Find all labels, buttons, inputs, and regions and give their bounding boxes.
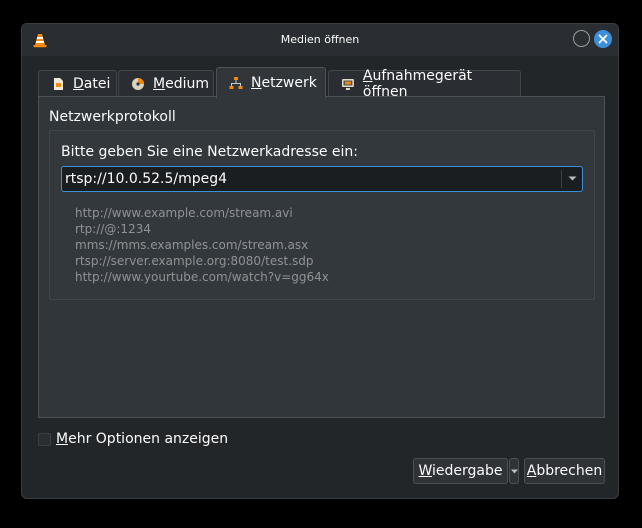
example-address: rtsp://server.example.org:8080/test.sdp bbox=[75, 254, 314, 268]
title-bar: Medien öffnen bbox=[22, 24, 618, 56]
tab-label: Netzwerk bbox=[251, 75, 317, 91]
chevron-down-icon bbox=[510, 469, 518, 473]
group-title: Netzwerkprotokoll bbox=[49, 109, 176, 125]
more-options-checkbox[interactable] bbox=[38, 432, 51, 446]
open-media-dialog: Medien öffnen Datei Medium Netzwerk Aufn… bbox=[21, 23, 619, 499]
tab-label: Aufnahmegerät öffnen bbox=[362, 67, 473, 100]
network-address-input[interactable] bbox=[62, 167, 563, 191]
combo-separator bbox=[561, 170, 562, 188]
more-options-label: Mehr Optionen anzeigen bbox=[56, 431, 229, 447]
minimize-button[interactable] bbox=[573, 30, 590, 47]
close-icon bbox=[598, 34, 608, 44]
capture-device-icon bbox=[341, 78, 354, 90]
example-address: http://www.example.com/stream.avi bbox=[75, 206, 293, 220]
network-address-combobox[interactable] bbox=[61, 166, 583, 192]
cancel-button-label: Abbrechen bbox=[526, 463, 603, 479]
network-icon bbox=[229, 77, 243, 89]
play-options-dropdown-button[interactable] bbox=[509, 458, 519, 484]
address-prompt-label: Bitte geben Sie eine Netzwerkadresse ein… bbox=[61, 144, 359, 160]
tab-datei[interactable]: Datei bbox=[38, 70, 117, 96]
tab-label: Medium bbox=[153, 75, 209, 92]
example-address: http://www.yourtube.com/watch?v=gg64x bbox=[75, 270, 329, 284]
example-addresses: http://www.example.com/stream.avi rtp://… bbox=[75, 205, 329, 285]
chevron-down-icon[interactable] bbox=[568, 176, 577, 182]
network-tab-panel: Netzwerkprotokoll Bitte geben Sie eine N… bbox=[38, 96, 605, 418]
tab-netzwerk[interactable]: Netzwerk bbox=[216, 67, 326, 98]
cancel-button[interactable]: Abbrechen bbox=[524, 458, 605, 484]
example-address: rtp://@:1234 bbox=[75, 222, 151, 236]
example-address: mms://mms.examples.com/stream.asx bbox=[75, 238, 309, 252]
play-button[interactable]: Wiedergabe bbox=[413, 458, 508, 484]
network-protocol-group: Bitte geben Sie eine Netzwerkadresse ein… bbox=[49, 130, 595, 300]
disc-icon bbox=[132, 77, 144, 90]
file-icon bbox=[54, 77, 63, 90]
more-options-toggle[interactable]: Mehr Optionen anzeigen bbox=[38, 431, 228, 447]
close-button[interactable] bbox=[594, 30, 612, 48]
tab-aufnahmegeraet[interactable]: Aufnahmegerät öffnen bbox=[328, 68, 521, 100]
tab-medium[interactable]: Medium bbox=[118, 70, 214, 96]
tab-label: Datei bbox=[73, 75, 111, 92]
window-title: Medien öffnen bbox=[280, 33, 360, 46]
play-button-label: Wiedergabe bbox=[418, 463, 503, 479]
tab-bar: Datei Medium Netzwerk Aufnahmegerät öffn… bbox=[38, 67, 618, 100]
